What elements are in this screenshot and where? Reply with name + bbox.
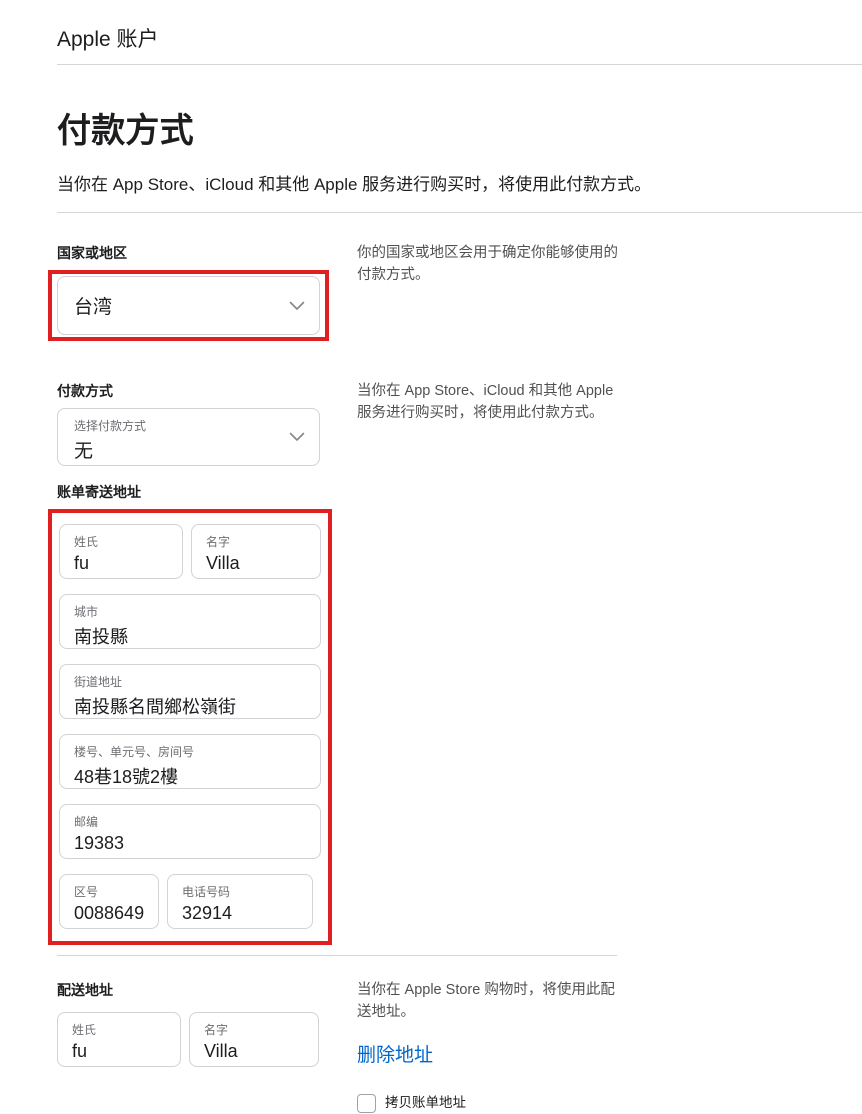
payment-section: 付款方式 选择付款方式 无 当你在 App Store、iCloud 和其他 A… <box>57 381 862 466</box>
billing-city-field[interactable]: 城市 南投縣 <box>59 594 321 649</box>
page-subtitle: 当你在 App Store、iCloud 和其他 Apple 服务进行购买时，将… <box>57 173 862 198</box>
field-label: 名字 <box>204 1021 304 1038</box>
country-section-label: 国家或地区 <box>57 243 357 263</box>
chevron-down-icon <box>289 301 305 311</box>
field-label: 街道地址 <box>74 673 306 690</box>
payment-helper-text: 当你在 App Store、iCloud 和其他 Apple 服务进行购买时，将… <box>357 381 625 425</box>
country-select-value: 台湾 <box>74 292 112 319</box>
country-highlight-box: 台湾 <box>48 270 329 341</box>
field-label: 楼号、单元号、房间号 <box>74 743 306 760</box>
country-select[interactable]: 台湾 <box>57 276 320 335</box>
billing-highlight-box: 姓氏 fu 名字 Villa 城市 南投縣 街道 <box>48 509 332 945</box>
copy-billing-checkbox-label: 拷贝账单地址 <box>385 1093 466 1113</box>
payment-select-label: 选择付款方式 <box>74 417 275 434</box>
copy-billing-checkbox-row: 拷贝账单地址 <box>357 1093 625 1113</box>
app-title: Apple 账户 <box>57 28 159 51</box>
section-divider <box>57 955 617 956</box>
billing-unit-field[interactable]: 楼号、单元号、房间号 48巷18號2樓 <box>59 734 321 789</box>
shipping-section: 配送地址 姓氏 fu 名字 Villa 当你在 Apple Store 购物时，… <box>57 980 862 1113</box>
shipping-first-name-field[interactable]: 名字 Villa <box>189 1012 319 1067</box>
shipping-section-label: 配送地址 <box>57 980 357 1000</box>
payment-method-select[interactable]: 选择付款方式 无 <box>57 408 320 466</box>
country-helper-text: 你的国家或地区会用于确定你能够使用的付款方式。 <box>357 243 625 287</box>
billing-street-field[interactable]: 街道地址 南投縣名間鄉松嶺街 <box>59 664 321 719</box>
payment-section-label: 付款方式 <box>57 381 357 401</box>
delete-address-link[interactable]: 删除地址 <box>357 1042 433 1071</box>
billing-section: 账单寄送地址 姓氏 fu 名字 Villa 城市 南投縣 <box>57 482 862 945</box>
field-label: 名字 <box>206 533 306 550</box>
field-value: 0088649 <box>74 903 144 924</box>
field-label: 邮编 <box>74 813 306 830</box>
field-label: 电话号码 <box>182 883 298 900</box>
page-content: Apple 账户 付款方式 当你在 App Store、iCloud 和其他 A… <box>0 0 862 1114</box>
shipping-helper-text: 当你在 Apple Store 购物时，将使用此配送地址。 <box>357 980 625 1024</box>
billing-first-name-field[interactable]: 名字 Villa <box>191 524 321 579</box>
field-value: Villa <box>206 553 306 574</box>
field-label: 姓氏 <box>74 533 168 550</box>
copy-billing-checkbox[interactable] <box>357 1094 376 1113</box>
chevron-down-icon <box>289 432 305 442</box>
field-value: 48巷18號2樓 <box>74 763 306 789</box>
section-divider <box>57 212 862 213</box>
field-label: 城市 <box>74 603 306 620</box>
billing-phone-field[interactable]: 电话号码 32914 <box>167 874 313 929</box>
payment-select-value: 无 <box>74 436 275 463</box>
field-label: 姓氏 <box>72 1021 166 1038</box>
field-value: 南投縣 <box>74 623 306 649</box>
field-value: 南投縣名間鄉松嶺街 <box>74 693 306 719</box>
shipping-last-name-field[interactable]: 姓氏 fu <box>57 1012 181 1067</box>
billing-last-name-field[interactable]: 姓氏 fu <box>59 524 183 579</box>
field-value: 32914 <box>182 903 298 924</box>
field-value: fu <box>74 553 168 574</box>
field-label: 区号 <box>74 883 144 900</box>
app-header: Apple 账户 <box>57 0 862 65</box>
billing-section-label: 账单寄送地址 <box>57 482 357 502</box>
billing-postal-code-field[interactable]: 邮编 19383 <box>59 804 321 859</box>
country-section: 国家或地区 台湾 你的国家或地区会用于确定你能够使用的付款方式。 <box>57 243 862 341</box>
billing-area-code-field[interactable]: 区号 0088649 <box>59 874 159 929</box>
page-title: 付款方式 <box>57 111 862 152</box>
field-value: 19383 <box>74 833 306 854</box>
